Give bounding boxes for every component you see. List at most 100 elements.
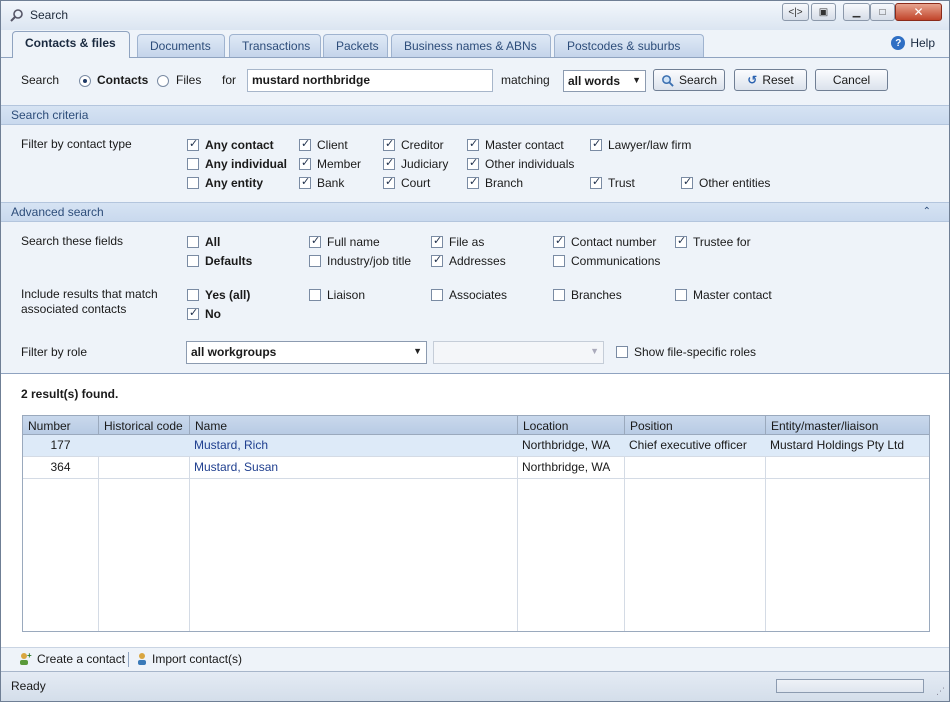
cb-industry[interactable]: Industry/job title: [309, 254, 411, 268]
tab-contacts-files[interactable]: Contacts & files: [12, 31, 130, 58]
checkbox[interactable]: [467, 175, 479, 189]
minimize-button[interactable]: ▁: [843, 3, 870, 21]
cb-judiciary[interactable]: Judiciary: [383, 156, 448, 171]
cb-any-entity[interactable]: Any entity: [187, 176, 263, 190]
checkbox[interactable]: [309, 234, 321, 248]
cb-no[interactable]: No: [187, 306, 221, 321]
reset-button[interactable]: ↺ Reset: [734, 69, 807, 91]
cb-trust[interactable]: Trust: [590, 175, 635, 190]
cb-branch[interactable]: Branch: [467, 175, 523, 190]
matching-select[interactable]: all words ▼: [563, 70, 646, 92]
checkbox[interactable]: [299, 137, 311, 151]
checkbox[interactable]: [431, 234, 443, 248]
checkbox[interactable]: [590, 137, 602, 151]
restore-pane-button[interactable]: ▣: [811, 3, 836, 21]
checkbox[interactable]: [616, 346, 628, 358]
checkbox[interactable]: [187, 137, 199, 151]
cb-any-contact[interactable]: Any contact: [187, 137, 274, 152]
cb-associates[interactable]: Associates: [431, 288, 507, 302]
checkbox[interactable]: [309, 289, 321, 301]
checkbox[interactable]: [383, 137, 395, 151]
checkbox[interactable]: [187, 158, 199, 170]
cb-liaison[interactable]: Liaison: [309, 288, 365, 302]
checkbox[interactable]: [553, 255, 565, 267]
resize-toggle-button[interactable]: <|>: [782, 3, 809, 21]
cb-trustee-for[interactable]: Trustee for: [675, 234, 751, 249]
tab-postcodes[interactable]: Postcodes & suburbs: [554, 34, 704, 57]
col-historical-code[interactable]: Historical code: [98, 416, 189, 434]
checkbox[interactable]: [675, 234, 687, 248]
cb-file-as[interactable]: File as: [431, 234, 484, 249]
checkbox[interactable]: [309, 255, 321, 267]
cb-bank[interactable]: Bank: [299, 175, 344, 190]
advanced-search-header[interactable]: Advanced search ⌃: [1, 202, 949, 222]
files-radio[interactable]: [157, 75, 169, 87]
col-number[interactable]: Number: [23, 416, 98, 434]
col-entity[interactable]: Entity/master/liaison: [765, 416, 929, 434]
search-input[interactable]: mustard northbridge: [247, 69, 493, 92]
col-name[interactable]: Name: [189, 416, 517, 434]
files-radio-label[interactable]: Files: [176, 73, 201, 87]
table-row[interactable]: 177 Mustard, Rich Northbridge, WA Chief …: [23, 435, 929, 457]
checkbox[interactable]: [187, 177, 199, 189]
help-link[interactable]: ? Help: [891, 36, 935, 50]
role-select[interactable]: all workgroups ▼: [186, 341, 427, 364]
maximize-button[interactable]: □: [870, 3, 895, 21]
cb-lawyer[interactable]: Lawyer/law firm: [590, 137, 691, 152]
create-contact-link[interactable]: + Create a contact: [18, 652, 125, 666]
cb-member[interactable]: Member: [299, 156, 361, 171]
cb-other-entities[interactable]: Other entities: [681, 175, 770, 190]
checkbox[interactable]: [431, 253, 443, 267]
cb-master-contact[interactable]: Master contact: [467, 137, 564, 152]
cb-branches[interactable]: Branches: [553, 288, 622, 302]
cb-any-individual[interactable]: Any individual: [187, 157, 287, 171]
cb-all[interactable]: All: [187, 235, 220, 249]
tab-transactions[interactable]: Transactions: [229, 34, 321, 57]
cancel-button[interactable]: Cancel: [815, 69, 888, 91]
search-button[interactable]: Search: [653, 69, 725, 91]
col-position[interactable]: Position: [624, 416, 765, 434]
cb-yes-all[interactable]: Yes (all): [187, 288, 250, 302]
checkbox[interactable]: [383, 156, 395, 170]
role-secondary-select[interactable]: ▼: [433, 341, 604, 364]
checkbox[interactable]: [187, 255, 199, 267]
checkbox[interactable]: [431, 289, 443, 301]
checkbox[interactable]: [187, 236, 199, 248]
checkbox[interactable]: [590, 175, 602, 189]
tab-packets[interactable]: Packets: [323, 34, 388, 57]
checkbox[interactable]: [299, 175, 311, 189]
cell-name-link[interactable]: Mustard, Rich: [189, 435, 517, 456]
cb-court[interactable]: Court: [383, 175, 430, 190]
checkbox[interactable]: [467, 156, 479, 170]
checkbox[interactable]: [553, 289, 565, 301]
contacts-radio-label[interactable]: Contacts: [97, 73, 148, 87]
cb-addresses[interactable]: Addresses: [431, 253, 506, 268]
cb-client[interactable]: Client: [299, 137, 348, 152]
tab-business-names[interactable]: Business names & ABNs: [391, 34, 551, 57]
checkbox[interactable]: [187, 306, 199, 320]
checkbox[interactable]: [383, 175, 395, 189]
cb-other-individuals[interactable]: Other individuals: [467, 156, 574, 171]
cb-creditor[interactable]: Creditor: [383, 137, 444, 152]
cb-communications[interactable]: Communications: [553, 254, 660, 268]
cell-name-link[interactable]: Mustard, Susan: [189, 457, 517, 478]
checkbox[interactable]: [299, 156, 311, 170]
table-row[interactable]: 364 Mustard, Susan Northbridge, WA: [23, 457, 929, 479]
cb-full-name[interactable]: Full name: [309, 234, 380, 249]
col-location[interactable]: Location: [517, 416, 624, 434]
collapse-chevron-icon[interactable]: ⌃: [923, 203, 931, 221]
import-contacts-link[interactable]: Import contact(s): [135, 652, 242, 666]
cb-defaults[interactable]: Defaults: [187, 254, 252, 268]
checkbox[interactable]: [681, 175, 693, 189]
checkbox[interactable]: [187, 289, 199, 301]
close-button[interactable]: ✕: [895, 3, 942, 21]
cb-include-master-contact[interactable]: Master contact: [675, 288, 772, 302]
cb-show-file-roles[interactable]: Show file-specific roles: [616, 345, 756, 359]
tab-documents[interactable]: Documents: [137, 34, 225, 57]
contacts-radio[interactable]: [79, 75, 91, 87]
checkbox[interactable]: [675, 289, 687, 301]
cb-contact-number[interactable]: Contact number: [553, 234, 656, 249]
checkbox[interactable]: [553, 234, 565, 248]
checkbox[interactable]: [467, 137, 479, 151]
resize-grip-icon[interactable]: ⋰: [936, 686, 945, 697]
